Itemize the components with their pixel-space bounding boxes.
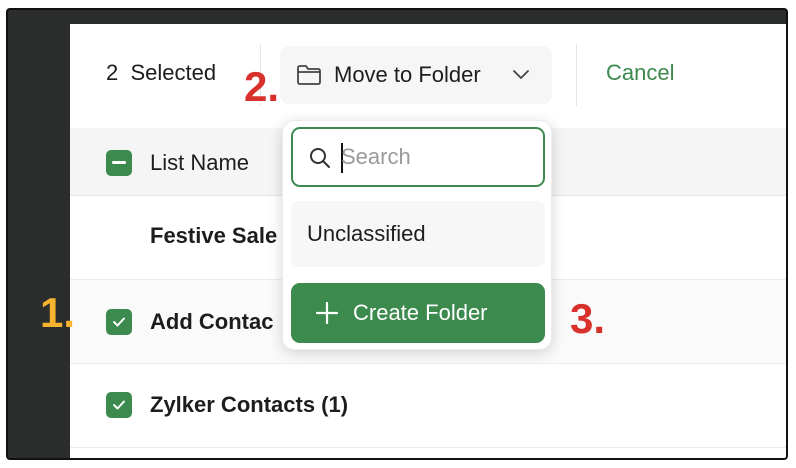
annotation-step-1: 1. — [40, 289, 76, 336]
check-icon — [113, 400, 125, 410]
list-name-column-header: List Name — [150, 150, 250, 175]
annotation-step-2: 2. — [244, 63, 280, 110]
plus-icon — [315, 301, 339, 330]
folder-option-unclassified[interactable]: Unclassified — [291, 201, 545, 267]
search-icon — [309, 147, 331, 174]
list-name-cell: Festive Sale — [150, 223, 278, 248]
move-to-folder-button[interactable]: Move to Folder — [280, 46, 552, 104]
annotation-step-3: 3. — [570, 295, 606, 342]
select-all-checkbox[interactable] — [106, 150, 132, 176]
cancel-button[interactable]: Cancel — [606, 60, 674, 86]
folder-dropdown: Unclassified Create Folder — [282, 120, 552, 350]
selected-count-label: 2 Selected — [106, 60, 216, 86]
move-to-folder-label: Move to Folder — [334, 62, 481, 87]
folder-search-field[interactable] — [291, 127, 545, 187]
row-checkbox[interactable] — [106, 309, 132, 335]
create-folder-button[interactable]: Create Folder — [291, 283, 545, 343]
selected-count: 2 — [106, 60, 119, 85]
check-icon — [113, 317, 125, 327]
selection-toolbar: 2 Selected Move to Folder Cancel — [70, 24, 786, 126]
list-name-cell: Add Contac — [150, 309, 274, 334]
list-name-cell: Zylker Contacts (1) — [150, 392, 349, 417]
folder-search-input[interactable] — [341, 139, 531, 175]
folder-icon — [296, 64, 322, 91]
folder-option-label: Unclassified — [307, 221, 426, 246]
chevron-down-icon — [512, 68, 530, 86]
table-row[interactable]: Zylker Contacts (1) — [70, 364, 786, 448]
minus-icon — [112, 161, 126, 164]
toolbar-divider — [576, 44, 577, 106]
row-checkbox[interactable] — [106, 392, 132, 418]
selected-text: Selected — [130, 60, 217, 85]
create-folder-label: Create Folder — [353, 300, 488, 325]
